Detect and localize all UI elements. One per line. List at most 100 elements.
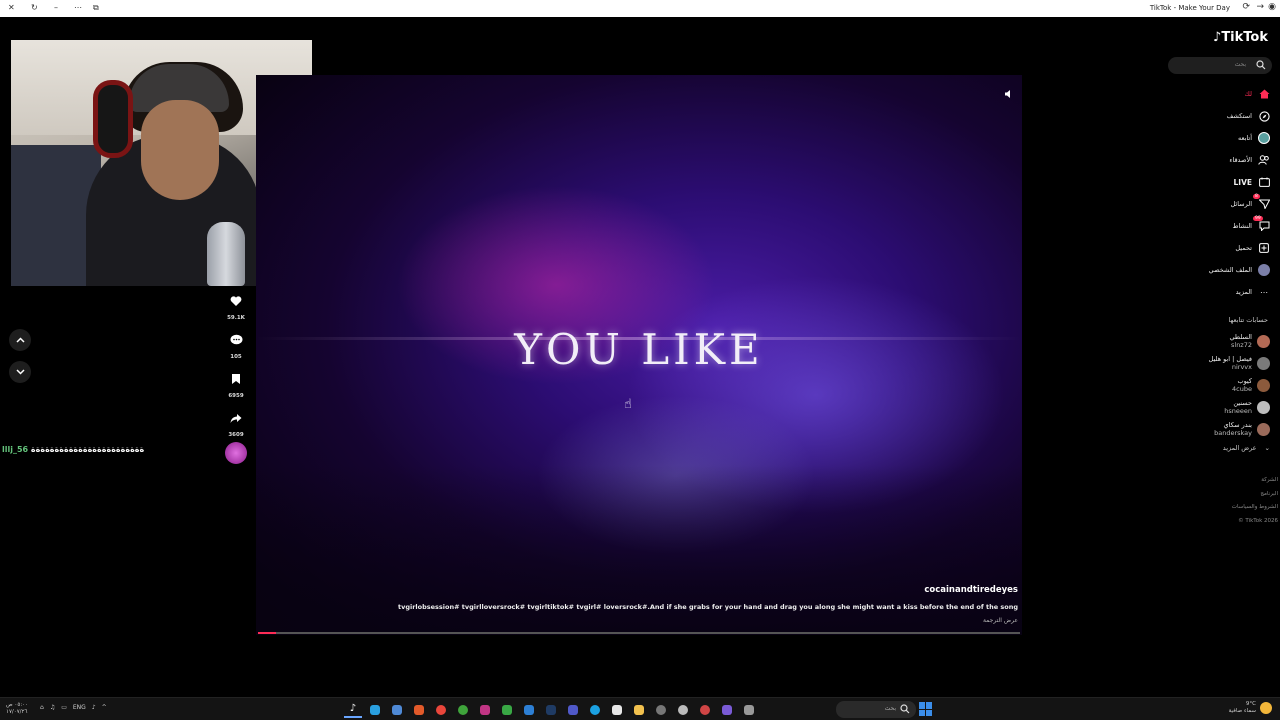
app-icon[interactable]: [520, 701, 538, 718]
taskbar-search[interactable]: بحث: [836, 701, 916, 718]
creator-avatar[interactable]: [225, 442, 247, 464]
following-avatar-icon: [1258, 132, 1270, 144]
app-icon[interactable]: [740, 701, 758, 718]
tray-expand-icon[interactable]: ^: [102, 704, 107, 711]
headphones: [93, 80, 133, 158]
more-icon: ⋯: [1260, 287, 1268, 297]
previous-video-button[interactable]: [9, 329, 31, 351]
weather-widget[interactable]: 9°C سماء صافية: [1229, 701, 1256, 715]
app-icon[interactable]: [498, 701, 516, 718]
language-indicator[interactable]: ENG: [73, 704, 86, 711]
bookmark-icon[interactable]: [225, 368, 247, 390]
app-icon[interactable]: [674, 701, 692, 718]
heart-icon[interactable]: [225, 290, 247, 312]
profile-icon: [1258, 264, 1270, 276]
sidebar-footer: الشركة البرنامج الشروط والسياسات © TikTo…: [1232, 474, 1278, 528]
start-button[interactable]: [919, 702, 933, 716]
chrome-icon[interactable]: [432, 701, 450, 718]
file-explorer-icon[interactable]: [630, 701, 648, 718]
battery-icon[interactable]: ▭: [61, 704, 67, 711]
minimize-icon[interactable]: –: [54, 3, 58, 12]
sidebar-item-upload[interactable]: تحميل: [1150, 237, 1270, 259]
sidebar-item-label: تحميل: [1235, 244, 1252, 252]
footer-link-program[interactable]: البرنامج: [1232, 488, 1278, 502]
reload-icon[interactable]: ↻: [31, 3, 38, 12]
teams-icon[interactable]: [564, 701, 582, 718]
footer-link-company[interactable]: الشركة: [1232, 474, 1278, 488]
home-icon: [1258, 88, 1270, 100]
sidebar-nav: لك استكشف أتابعه الأصدقاء LIVE الرسائل 8…: [1150, 83, 1270, 303]
comment-count: 105: [230, 354, 242, 360]
sidebar-item-activity[interactable]: النشاط 99: [1150, 215, 1270, 237]
video-overlay-text: YOU LIKE: [514, 325, 764, 374]
app-icon[interactable]: [718, 701, 736, 718]
footer-link-terms[interactable]: الشروط والسياسات: [1232, 501, 1278, 515]
network-icon[interactable]: ⌂: [40, 704, 44, 711]
comment-icon[interactable]: [225, 329, 247, 351]
comment-action[interactable]: 105: [225, 329, 247, 360]
window-title: TikTok - Make Your Day: [1149, 4, 1230, 12]
close-icon[interactable]: ✕: [8, 3, 15, 12]
sidebar-item-friends[interactable]: الأصدقاء: [1150, 149, 1270, 171]
app-icon[interactable]: [366, 701, 384, 718]
video-author[interactable]: cocainandtiredeyes: [924, 585, 1018, 595]
taskbar-clock[interactable]: ٠٥:٠٠ ص ١٧/٠٧/٢٦: [6, 702, 28, 716]
volume-icon[interactable]: [1004, 89, 1014, 99]
system-tray: ⌂ ♫ ▭ ENG ♪ ^: [40, 704, 107, 711]
friends-icon: [1258, 154, 1270, 166]
footer-copyright: © TikTok 2026: [1238, 517, 1278, 524]
search-icon[interactable]: [1256, 60, 1266, 70]
save-action[interactable]: 6959: [225, 368, 247, 399]
activity-badge: 99: [1253, 216, 1263, 221]
following-account[interactable]: فيصل | ابو هليل nirvvx: [1120, 352, 1270, 374]
mouse-cursor-icon: ☝: [624, 397, 632, 412]
share-icon[interactable]: [225, 407, 247, 429]
speaker-icon[interactable]: ♫: [50, 704, 55, 711]
windows-logo-part: [926, 702, 932, 709]
sidebar-item-label: النشاط: [1232, 222, 1252, 230]
sidebar-item-profile[interactable]: الملف الشخصي: [1150, 259, 1270, 281]
sidebar-item-label: استكشف: [1226, 112, 1252, 120]
translate-link[interactable]: عرض الترجمة: [983, 617, 1018, 624]
steam-icon[interactable]: [542, 701, 560, 718]
refresh-icon[interactable]: ⟳: [1242, 2, 1250, 12]
tiktok-logo[interactable]: ♪TikTok: [1213, 30, 1268, 45]
following-account[interactable]: كيوب 4cube: [1120, 374, 1270, 396]
sidebar-item-for-you[interactable]: لك: [1150, 83, 1270, 105]
microphone-icon[interactable]: ♪: [92, 704, 96, 711]
app-icon[interactable]: [410, 701, 428, 718]
video-progress-bar[interactable]: [258, 632, 1020, 634]
following-account[interactable]: السلطي slnz72: [1120, 330, 1270, 352]
following-account[interactable]: بندر سكاي banderskay: [1120, 418, 1270, 440]
edge-icon[interactable]: [586, 701, 604, 718]
store-icon[interactable]: [608, 701, 626, 718]
sidebar-item-label: LIVE: [1233, 177, 1253, 187]
app-icon[interactable]: [696, 701, 714, 718]
extensions-icon[interactable]: ⧉: [93, 3, 99, 13]
video-player[interactable]: YOU LIKE ☝: [256, 75, 1022, 635]
sidebar-item-more[interactable]: المزيد ⋯: [1150, 281, 1270, 303]
account-handle: hsneeen: [1224, 407, 1252, 415]
like-action[interactable]: 59.1K: [225, 290, 247, 321]
sidebar-item-live[interactable]: LIVE: [1150, 171, 1270, 193]
share-action[interactable]: 3609: [225, 407, 247, 438]
tiktok-app-icon[interactable]: ♪: [344, 701, 362, 718]
sidebar-item-following[interactable]: أتابعه: [1150, 127, 1270, 149]
search-input[interactable]: بحث: [1168, 57, 1272, 74]
app-icon[interactable]: [388, 701, 406, 718]
share-count: 3609: [228, 432, 244, 438]
see-more-button[interactable]: عرض المزيد ⌄: [1223, 444, 1270, 452]
instagram-icon[interactable]: [476, 701, 494, 718]
following-account[interactable]: حسنين hsneeen: [1120, 396, 1270, 418]
search-placeholder: بحث: [1234, 61, 1246, 68]
sidebar-item-messages[interactable]: الرسائل 8: [1150, 193, 1270, 215]
sidebar-item-explore[interactable]: استكشف: [1150, 105, 1270, 127]
xbox-icon[interactable]: [454, 701, 472, 718]
account-name: كيوب: [1237, 377, 1252, 385]
windows-logo-part: [926, 709, 932, 716]
next-video-button[interactable]: [9, 361, 31, 383]
avatar: [1257, 334, 1270, 348]
menu-dots-icon[interactable]: ⋯: [74, 3, 82, 12]
forward-icon[interactable]: →: [1256, 2, 1264, 12]
app-icon[interactable]: [652, 701, 670, 718]
